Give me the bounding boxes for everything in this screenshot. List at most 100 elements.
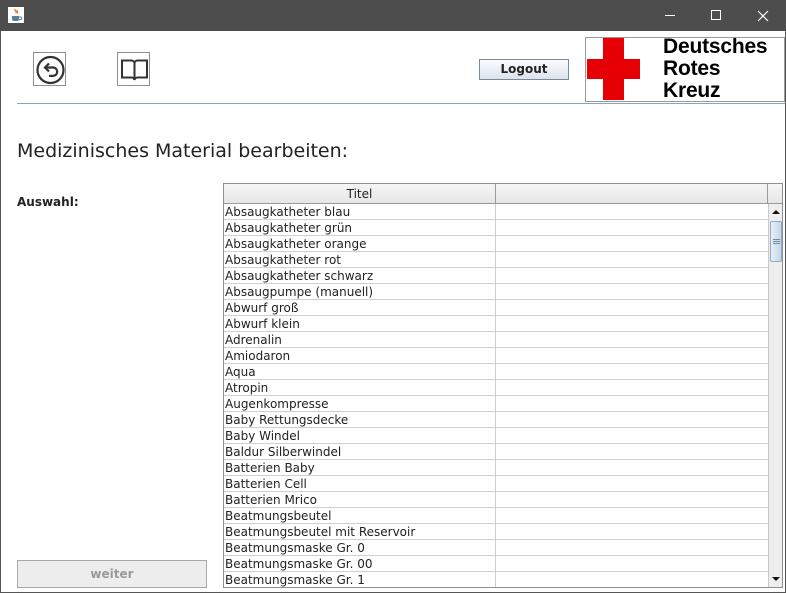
table-row[interactable]: Absaugkatheter schwarz xyxy=(224,268,768,284)
table-row[interactable]: Absaugkatheter grün xyxy=(224,220,768,236)
table-row[interactable]: Baby Windel xyxy=(224,428,768,444)
table-cell-title: Beatmungsmaske Gr. 00 xyxy=(225,556,496,572)
table-cell-2 xyxy=(496,460,768,476)
table-cell-2 xyxy=(496,508,768,524)
table-row[interactable]: Beatmungsmaske Gr. 1 xyxy=(224,572,768,587)
close-icon xyxy=(757,10,769,22)
table-cell-2 xyxy=(496,332,768,348)
table-cell-title: Abwurf klein xyxy=(225,316,496,332)
table-cell-2 xyxy=(496,540,768,556)
table-cell-2 xyxy=(496,300,768,316)
table-cell-title: Beatmungsmaske Gr. 0 xyxy=(225,540,496,556)
minimize-button[interactable] xyxy=(647,0,693,31)
table-cell-title: Atropin xyxy=(225,380,496,396)
table-cell-title: Baby Rettungsdecke xyxy=(225,412,496,428)
table-cell-2 xyxy=(496,412,768,428)
table-cell-2 xyxy=(496,572,768,587)
table-cell-2 xyxy=(496,220,768,236)
table-cell-title: Batterien Mrico xyxy=(225,492,496,508)
table-cell-2 xyxy=(496,204,768,220)
table-row[interactable]: Beatmungsbeutel mit Reservoir xyxy=(224,524,768,540)
table-row[interactable]: Amiodaron xyxy=(224,348,768,364)
table-row[interactable]: Batterien Cell xyxy=(224,476,768,492)
table-cell-title: Absaugkatheter blau xyxy=(225,204,496,220)
table-row[interactable]: Beatmungsbeutel xyxy=(224,508,768,524)
next-button[interactable]: weiter xyxy=(17,560,207,588)
table-cell-2 xyxy=(496,236,768,252)
table-cell-title: Beatmungsbeutel xyxy=(225,508,496,524)
table-cell-title: Aqua xyxy=(225,364,496,380)
table-row[interactable]: Beatmungsmaske Gr. 0 xyxy=(224,540,768,556)
table-cell-title: Adrenalin xyxy=(225,332,496,348)
table-row[interactable]: Baby Rettungsdecke xyxy=(224,412,768,428)
table-cell-2 xyxy=(496,492,768,508)
table-cell-title: Amiodaron xyxy=(225,348,496,364)
table-row[interactable]: Beatmungsmaske Gr. 00 xyxy=(224,556,768,572)
table-cell-title: Absaugkatheter rot xyxy=(225,252,496,268)
table-cell-title: Beatmungsmaske Gr. 1 xyxy=(225,572,496,587)
material-table[interactable]: Titel Absaugkatheter blau Absaugkatheter … xyxy=(223,183,783,588)
selection-label: Auswahl: xyxy=(17,195,79,209)
table-cell-title: Baby Windel xyxy=(225,428,496,444)
table-cell-2 xyxy=(496,428,768,444)
close-button[interactable] xyxy=(740,0,786,31)
column-header-2[interactable] xyxy=(496,184,768,204)
table-row[interactable]: Batterien Baby xyxy=(224,460,768,476)
table-cell-title: Beatmungsbeutel mit Reservoir xyxy=(225,524,496,540)
table-row[interactable]: Abwurf groß xyxy=(224,300,768,316)
maximize-button[interactable] xyxy=(693,0,739,31)
table-cell-title: Abwurf groß xyxy=(225,300,496,316)
table-cell-title: Absaugkatheter grün xyxy=(225,220,496,236)
table-row[interactable]: Absaugkatheter rot xyxy=(224,252,768,268)
table-cell-title: Absaugpumpe (manuell) xyxy=(225,284,496,300)
table-row[interactable]: Augenkompresse xyxy=(224,396,768,412)
column-header-title[interactable]: Titel xyxy=(224,184,496,204)
table-cell-2 xyxy=(496,268,768,284)
drk-logo: Deutsches Rotes Kreuz xyxy=(585,37,785,102)
logout-button[interactable]: Logout xyxy=(479,59,569,80)
manual-button[interactable] xyxy=(117,52,150,86)
red-cross-icon-bar xyxy=(587,59,640,79)
table-row[interactable]: Absaugkatheter orange xyxy=(224,236,768,252)
back-arrow-icon xyxy=(36,55,65,85)
back-button[interactable] xyxy=(33,52,66,86)
table-cell-2 xyxy=(496,556,768,572)
table-header-corner xyxy=(768,184,782,204)
scroll-down-arrow-icon[interactable] xyxy=(770,573,782,585)
table-cell-2 xyxy=(496,396,768,412)
table-cell-title: Augenkompresse xyxy=(225,396,496,412)
logo-text-line-3: Kreuz xyxy=(663,79,721,102)
table-cell-2 xyxy=(496,316,768,332)
title-bar xyxy=(0,0,786,31)
table-cell-2 xyxy=(496,380,768,396)
minimize-icon xyxy=(665,15,675,16)
table-cell-title: Baldur Silberwindel xyxy=(225,444,496,460)
table-row[interactable]: Batterien Mrico xyxy=(224,492,768,508)
page-title: Medizinisches Material bearbeiten: xyxy=(17,140,349,162)
header-divider xyxy=(17,103,785,104)
table-body: Absaugkatheter blau Absaugkatheter grün Ab… xyxy=(224,204,768,587)
maximize-icon xyxy=(711,10,721,20)
table-row[interactable]: Absaugkatheter blau xyxy=(224,204,768,220)
table-row[interactable]: Atropin xyxy=(224,380,768,396)
table-cell-2 xyxy=(496,252,768,268)
table-row[interactable]: Abwurf klein xyxy=(224,316,768,332)
logo-text-line-2: Rotes xyxy=(663,57,721,80)
table-row[interactable]: Absaugpumpe (manuell) xyxy=(224,284,768,300)
table-cell-2 xyxy=(496,444,768,460)
scrollbar-thumb[interactable] xyxy=(770,221,782,262)
table-cell-2 xyxy=(496,284,768,300)
table-cell-2 xyxy=(496,348,768,364)
logo-text-line-1: Deutsches xyxy=(663,37,768,58)
table-row[interactable]: Adrenalin xyxy=(224,332,768,348)
vertical-scrollbar[interactable] xyxy=(768,204,782,587)
table-row[interactable]: Aqua xyxy=(224,364,768,380)
window-border-left xyxy=(0,31,1,593)
table-cell-2 xyxy=(496,524,768,540)
table-cell-2 xyxy=(496,476,768,492)
table-cell-title: Batterien Cell xyxy=(225,476,496,492)
scroll-up-arrow-icon[interactable] xyxy=(770,206,782,218)
table-cell-title: Absaugkatheter schwarz xyxy=(225,268,496,284)
table-cell-title: Batterien Baby xyxy=(225,460,496,476)
table-row[interactable]: Baldur Silberwindel xyxy=(224,444,768,460)
